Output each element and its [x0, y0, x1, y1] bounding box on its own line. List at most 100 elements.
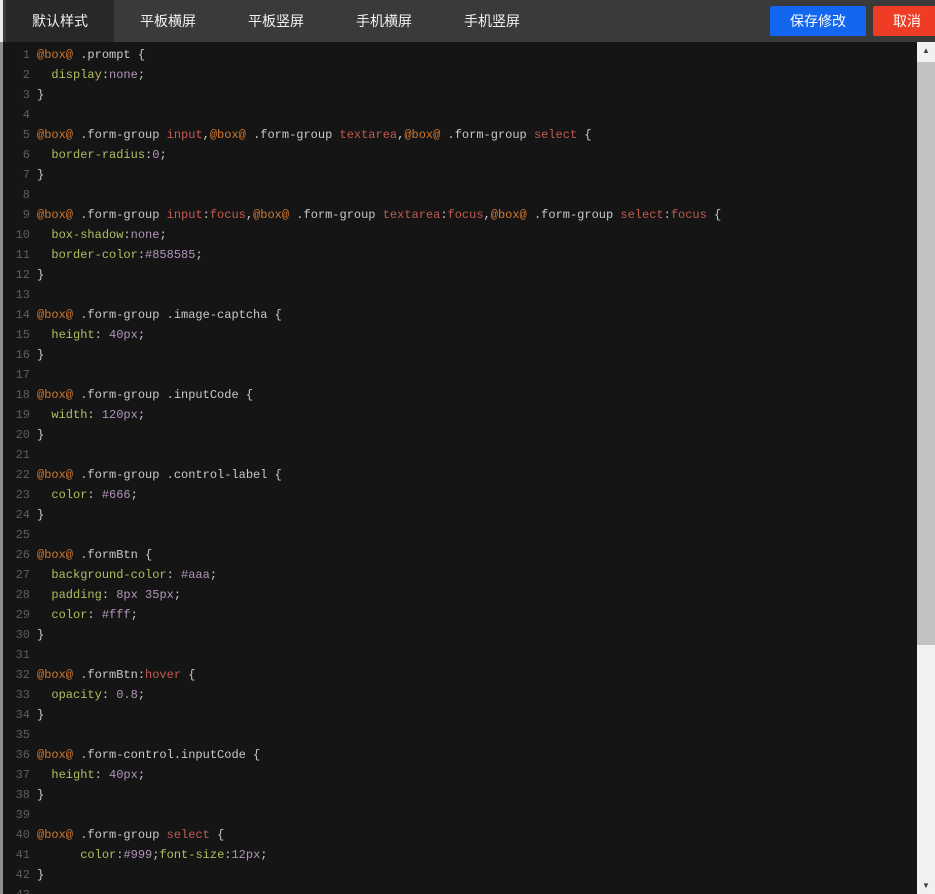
line-number: 26: [0, 545, 30, 565]
code-line-content: background-color: #aaa;: [30, 568, 217, 582]
code-line-content: [30, 288, 37, 302]
scroll-down-icon: ▼: [922, 881, 930, 890]
code-line-content: width: 120px;: [30, 408, 145, 422]
page-left-edge-top: [0, 0, 3, 42]
code-line: 29 color: #fff;: [0, 605, 917, 625]
tab-phone-portrait[interactable]: 手机竖屏: [438, 0, 546, 42]
tab-tablet-portrait[interactable]: 平板竖屏: [222, 0, 330, 42]
code-line: 13: [0, 285, 917, 305]
page-left-edge-bottom: [0, 42, 3, 894]
line-number: 17: [0, 365, 30, 385]
cancel-button[interactable]: 取消: [873, 6, 935, 36]
code-line: 43: [0, 885, 917, 894]
code-line: 23 color: #666;: [0, 485, 917, 505]
line-number: 2: [0, 65, 30, 85]
code-line-content: }: [30, 168, 44, 182]
code-line: 34}: [0, 705, 917, 725]
tab-tablet-landscape[interactable]: 平板横屏: [114, 0, 222, 42]
line-number: 30: [0, 625, 30, 645]
code-line-content: [30, 188, 37, 202]
code-line: 21: [0, 445, 917, 465]
line-number: 21: [0, 445, 30, 465]
line-number: 8: [0, 185, 30, 205]
line-number: 15: [0, 325, 30, 345]
code-line-content: border-radius:0;: [30, 148, 167, 162]
line-number: 23: [0, 485, 30, 505]
code-line-content: @box@ .prompt {: [30, 48, 145, 62]
code-line-content: [30, 888, 37, 894]
code-line-content: }: [30, 788, 44, 802]
line-number: 19: [0, 405, 30, 425]
code-line-content: box-shadow:none;: [30, 228, 167, 242]
code-line-content: [30, 648, 37, 662]
code-line: 10 box-shadow:none;: [0, 225, 917, 245]
line-number: 42: [0, 865, 30, 885]
code-line-content: height: 40px;: [30, 768, 145, 782]
line-number: 16: [0, 345, 30, 365]
code-line-content: }: [30, 708, 44, 722]
line-number: 13: [0, 285, 30, 305]
code-line: 3}: [0, 85, 917, 105]
code-line-content: @box@ .form-group input,@box@ .form-grou…: [30, 128, 592, 142]
code-line-content: }: [30, 268, 44, 282]
line-number: 6: [0, 145, 30, 165]
code-line-content: opacity: 0.8;: [30, 688, 145, 702]
line-number: 27: [0, 565, 30, 585]
code-line-content: @box@ .form-group input:focus,@box@ .for…: [30, 208, 721, 222]
save-changes-button[interactable]: 保存修改: [770, 6, 866, 36]
code-line-content: @box@ .formBtn {: [30, 548, 152, 562]
scroll-up-icon: ▲: [922, 46, 930, 55]
code-line-content: color: #666;: [30, 488, 138, 502]
line-number: 7: [0, 165, 30, 185]
code-line: 4: [0, 105, 917, 125]
code-line: 24}: [0, 505, 917, 525]
code-line: 36@box@ .form-control.inputCode {: [0, 745, 917, 765]
code-line: 11 border-color:#858585;: [0, 245, 917, 265]
code-line-content: [30, 808, 37, 822]
line-number: 37: [0, 765, 30, 785]
line-number: 3: [0, 85, 30, 105]
code-line: 38}: [0, 785, 917, 805]
code-line-content: }: [30, 628, 44, 642]
code-line: 22@box@ .form-group .control-label {: [0, 465, 917, 485]
code-line-content: [30, 448, 37, 462]
code-line: 33 opacity: 0.8;: [0, 685, 917, 705]
line-number: 10: [0, 225, 30, 245]
code-line: 42}: [0, 865, 917, 885]
code-line: 30}: [0, 625, 917, 645]
line-number: 22: [0, 465, 30, 485]
code-line: 1@box@ .prompt {: [0, 45, 917, 65]
code-line-content: [30, 108, 37, 122]
code-line-content: color: #fff;: [30, 608, 138, 622]
line-number: 38: [0, 785, 30, 805]
line-number: 24: [0, 505, 30, 525]
code-line-content: @box@ .formBtn:hover {: [30, 668, 195, 682]
code-line-content: }: [30, 868, 44, 882]
code-line: 27 background-color: #aaa;: [0, 565, 917, 585]
scroll-up-button[interactable]: ▲: [917, 42, 935, 59]
line-number: 32: [0, 665, 30, 685]
code-line-content: color:#999;font-size:12px;: [30, 848, 267, 862]
scroll-down-button[interactable]: ▼: [917, 877, 935, 894]
line-number: 29: [0, 605, 30, 625]
line-number: 34: [0, 705, 30, 725]
code-line: 7}: [0, 165, 917, 185]
code-line-content: @box@ .form-group select {: [30, 828, 224, 842]
code-line: 17: [0, 365, 917, 385]
code-line: 37 height: 40px;: [0, 765, 917, 785]
code-line-content: [30, 528, 37, 542]
line-number: 12: [0, 265, 30, 285]
tab-phone-landscape[interactable]: 手机横屏: [330, 0, 438, 42]
code-line: 40@box@ .form-group select {: [0, 825, 917, 845]
tab-default-style[interactable]: 默认样式: [6, 0, 114, 42]
line-number: 31: [0, 645, 30, 665]
line-number: 1: [0, 45, 30, 65]
scrollbar-thumb[interactable]: [917, 62, 935, 645]
editor-scrollbar[interactable]: ▲ ▼: [917, 42, 935, 894]
line-number: 28: [0, 585, 30, 605]
css-code-editor[interactable]: 1@box@ .prompt {2 display:none;3}45@box@…: [0, 42, 917, 894]
code-line-content: border-color:#858585;: [30, 248, 203, 262]
line-number: 25: [0, 525, 30, 545]
code-line-content: }: [30, 88, 44, 102]
code-line-content: @box@ .form-group .image-captcha {: [30, 308, 282, 322]
